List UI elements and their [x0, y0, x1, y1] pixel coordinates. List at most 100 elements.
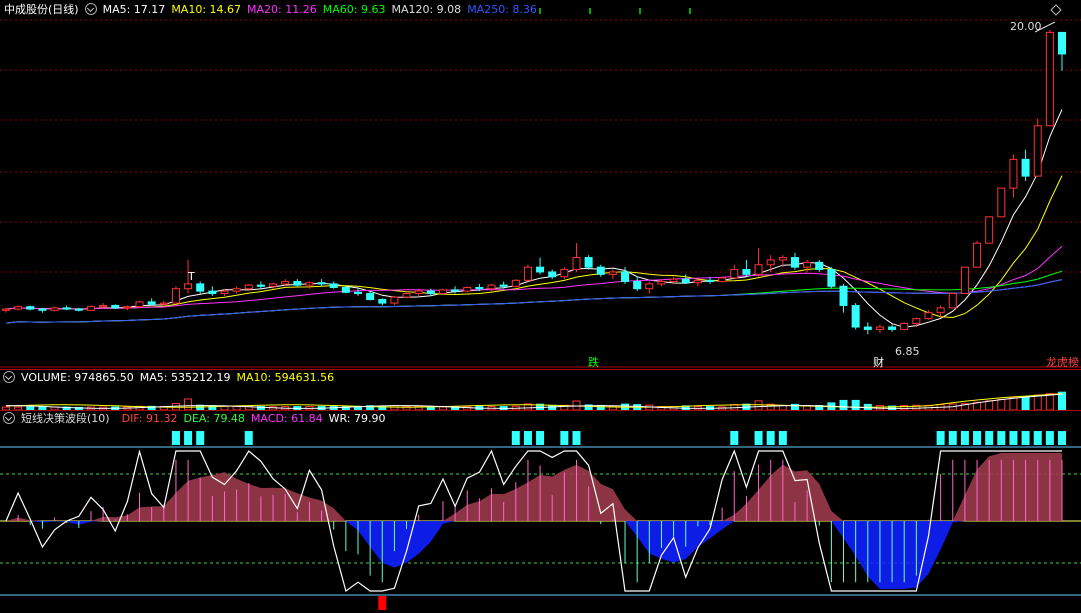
- candle-body: [256, 284, 265, 287]
- candle-body: [135, 301, 144, 308]
- buy-signal-block: [171, 431, 180, 445]
- candle-body: [232, 288, 241, 292]
- candle-body: [839, 285, 848, 306]
- volume-panel: VOLUME: 974865.50 MA5: 535212.19 MA10: 594…: [0, 369, 1081, 411]
- candle-body: [390, 296, 399, 304]
- candle-body: [147, 301, 156, 305]
- candle-body: [220, 290, 229, 294]
- cai-marker[interactable]: 财: [873, 354, 884, 370]
- candle-body: [414, 290, 423, 294]
- price-chart[interactable]: [0, 0, 1081, 368]
- buy-signal-block: [1021, 431, 1030, 445]
- macd-negative-area: [6, 521, 1062, 589]
- volume-bar: [985, 400, 994, 411]
- buy-signal-block: [997, 431, 1006, 445]
- buy-signal-block: [1009, 431, 1018, 445]
- candle-body: [171, 288, 180, 304]
- candle-body: [2, 308, 10, 311]
- candle-body: [438, 289, 447, 294]
- buy-signal-block: [936, 431, 945, 445]
- candle-body: [62, 307, 71, 310]
- ma5-line: [5, 109, 1063, 328]
- buy-signal-block: [960, 431, 969, 445]
- candle-body: [475, 287, 484, 290]
- volume-chart[interactable]: [0, 370, 1081, 411]
- candle-body: [1058, 31, 1066, 55]
- candle-body: [341, 287, 350, 293]
- candle-body: [924, 312, 933, 320]
- candle-body: [875, 326, 884, 330]
- t-marker: T: [188, 270, 195, 283]
- buy-signal-block: [948, 431, 957, 445]
- candle-body: [754, 264, 763, 275]
- volume-bar: [1045, 393, 1054, 411]
- candle-body: [184, 283, 193, 290]
- candle-body: [111, 304, 120, 309]
- candle-body: [985, 216, 994, 244]
- buy-signal-block: [244, 431, 253, 445]
- volume-bar: [184, 398, 193, 411]
- candle-body: [487, 284, 496, 290]
- candle-body: [730, 269, 739, 279]
- candle-body: [778, 257, 787, 261]
- ma20-line: [5, 245, 1063, 310]
- candle-body: [1021, 158, 1030, 177]
- candle-body: [790, 257, 799, 268]
- buy-signal-block: [1033, 431, 1042, 445]
- volume-bar: [839, 399, 848, 411]
- candle-body: [936, 307, 945, 314]
- candle-body: [706, 279, 714, 283]
- candle-body: [74, 308, 83, 311]
- diamond-icon: [1050, 4, 1062, 16]
- candle-body: [159, 302, 168, 305]
- longhu-marker[interactable]: 龙虎榜: [1046, 354, 1079, 370]
- macd-positive-area: [6, 453, 1062, 521]
- candle-body: [863, 326, 872, 330]
- ma120-line: [5, 279, 1063, 324]
- ma250-line: [5, 279, 1063, 324]
- indicator-panel: 短线决策波段(10) DIF: 91.32 DEA: 79.48 MACD: 61.8…: [0, 410, 1081, 613]
- candle-body: [1045, 31, 1054, 127]
- candle-body: [596, 266, 605, 275]
- candle-body: [560, 269, 569, 278]
- candle-body: [293, 281, 302, 286]
- candle-body: [888, 326, 897, 330]
- buy-signal-block: [730, 431, 739, 445]
- buy-signal-block: [523, 431, 532, 445]
- volume-bar: [1033, 394, 1042, 411]
- die-marker[interactable]: 跌: [588, 354, 599, 370]
- candle-body: [14, 306, 23, 310]
- candle-body: [608, 271, 617, 275]
- candle-body: [815, 261, 824, 271]
- volume-bar: [1021, 396, 1030, 411]
- candle-body: [621, 271, 630, 283]
- buy-signal-block: [536, 431, 545, 445]
- candle-body: [208, 290, 217, 294]
- candle-body: [584, 257, 593, 268]
- sell-signal-block: [378, 596, 387, 610]
- candle-body: [827, 269, 836, 287]
- candle-body: [426, 290, 435, 294]
- buy-signal-block: [511, 431, 520, 445]
- candle-body: [378, 298, 387, 304]
- candle-body: [281, 281, 290, 285]
- buy-signal-block: [766, 431, 775, 445]
- price-high-label: 20.00: [1010, 20, 1042, 33]
- candle-body: [645, 283, 654, 290]
- buy-signal-block: [778, 431, 787, 445]
- candle-body: [997, 187, 1006, 218]
- buy-signal-block: [754, 431, 763, 445]
- candle-body: [657, 281, 666, 285]
- candle-body: [366, 292, 375, 300]
- candle-body: [803, 261, 812, 268]
- candle-body: [463, 287, 472, 292]
- candle-body: [26, 306, 35, 310]
- indicator-chart[interactable]: [0, 411, 1081, 613]
- candle-body: [402, 292, 411, 298]
- candle-body: [633, 281, 642, 290]
- candle-body: [244, 284, 253, 290]
- candle-body: [1033, 125, 1042, 177]
- candle-body: [123, 306, 132, 309]
- volume-bar: [851, 399, 860, 411]
- candle-body: [50, 307, 59, 311]
